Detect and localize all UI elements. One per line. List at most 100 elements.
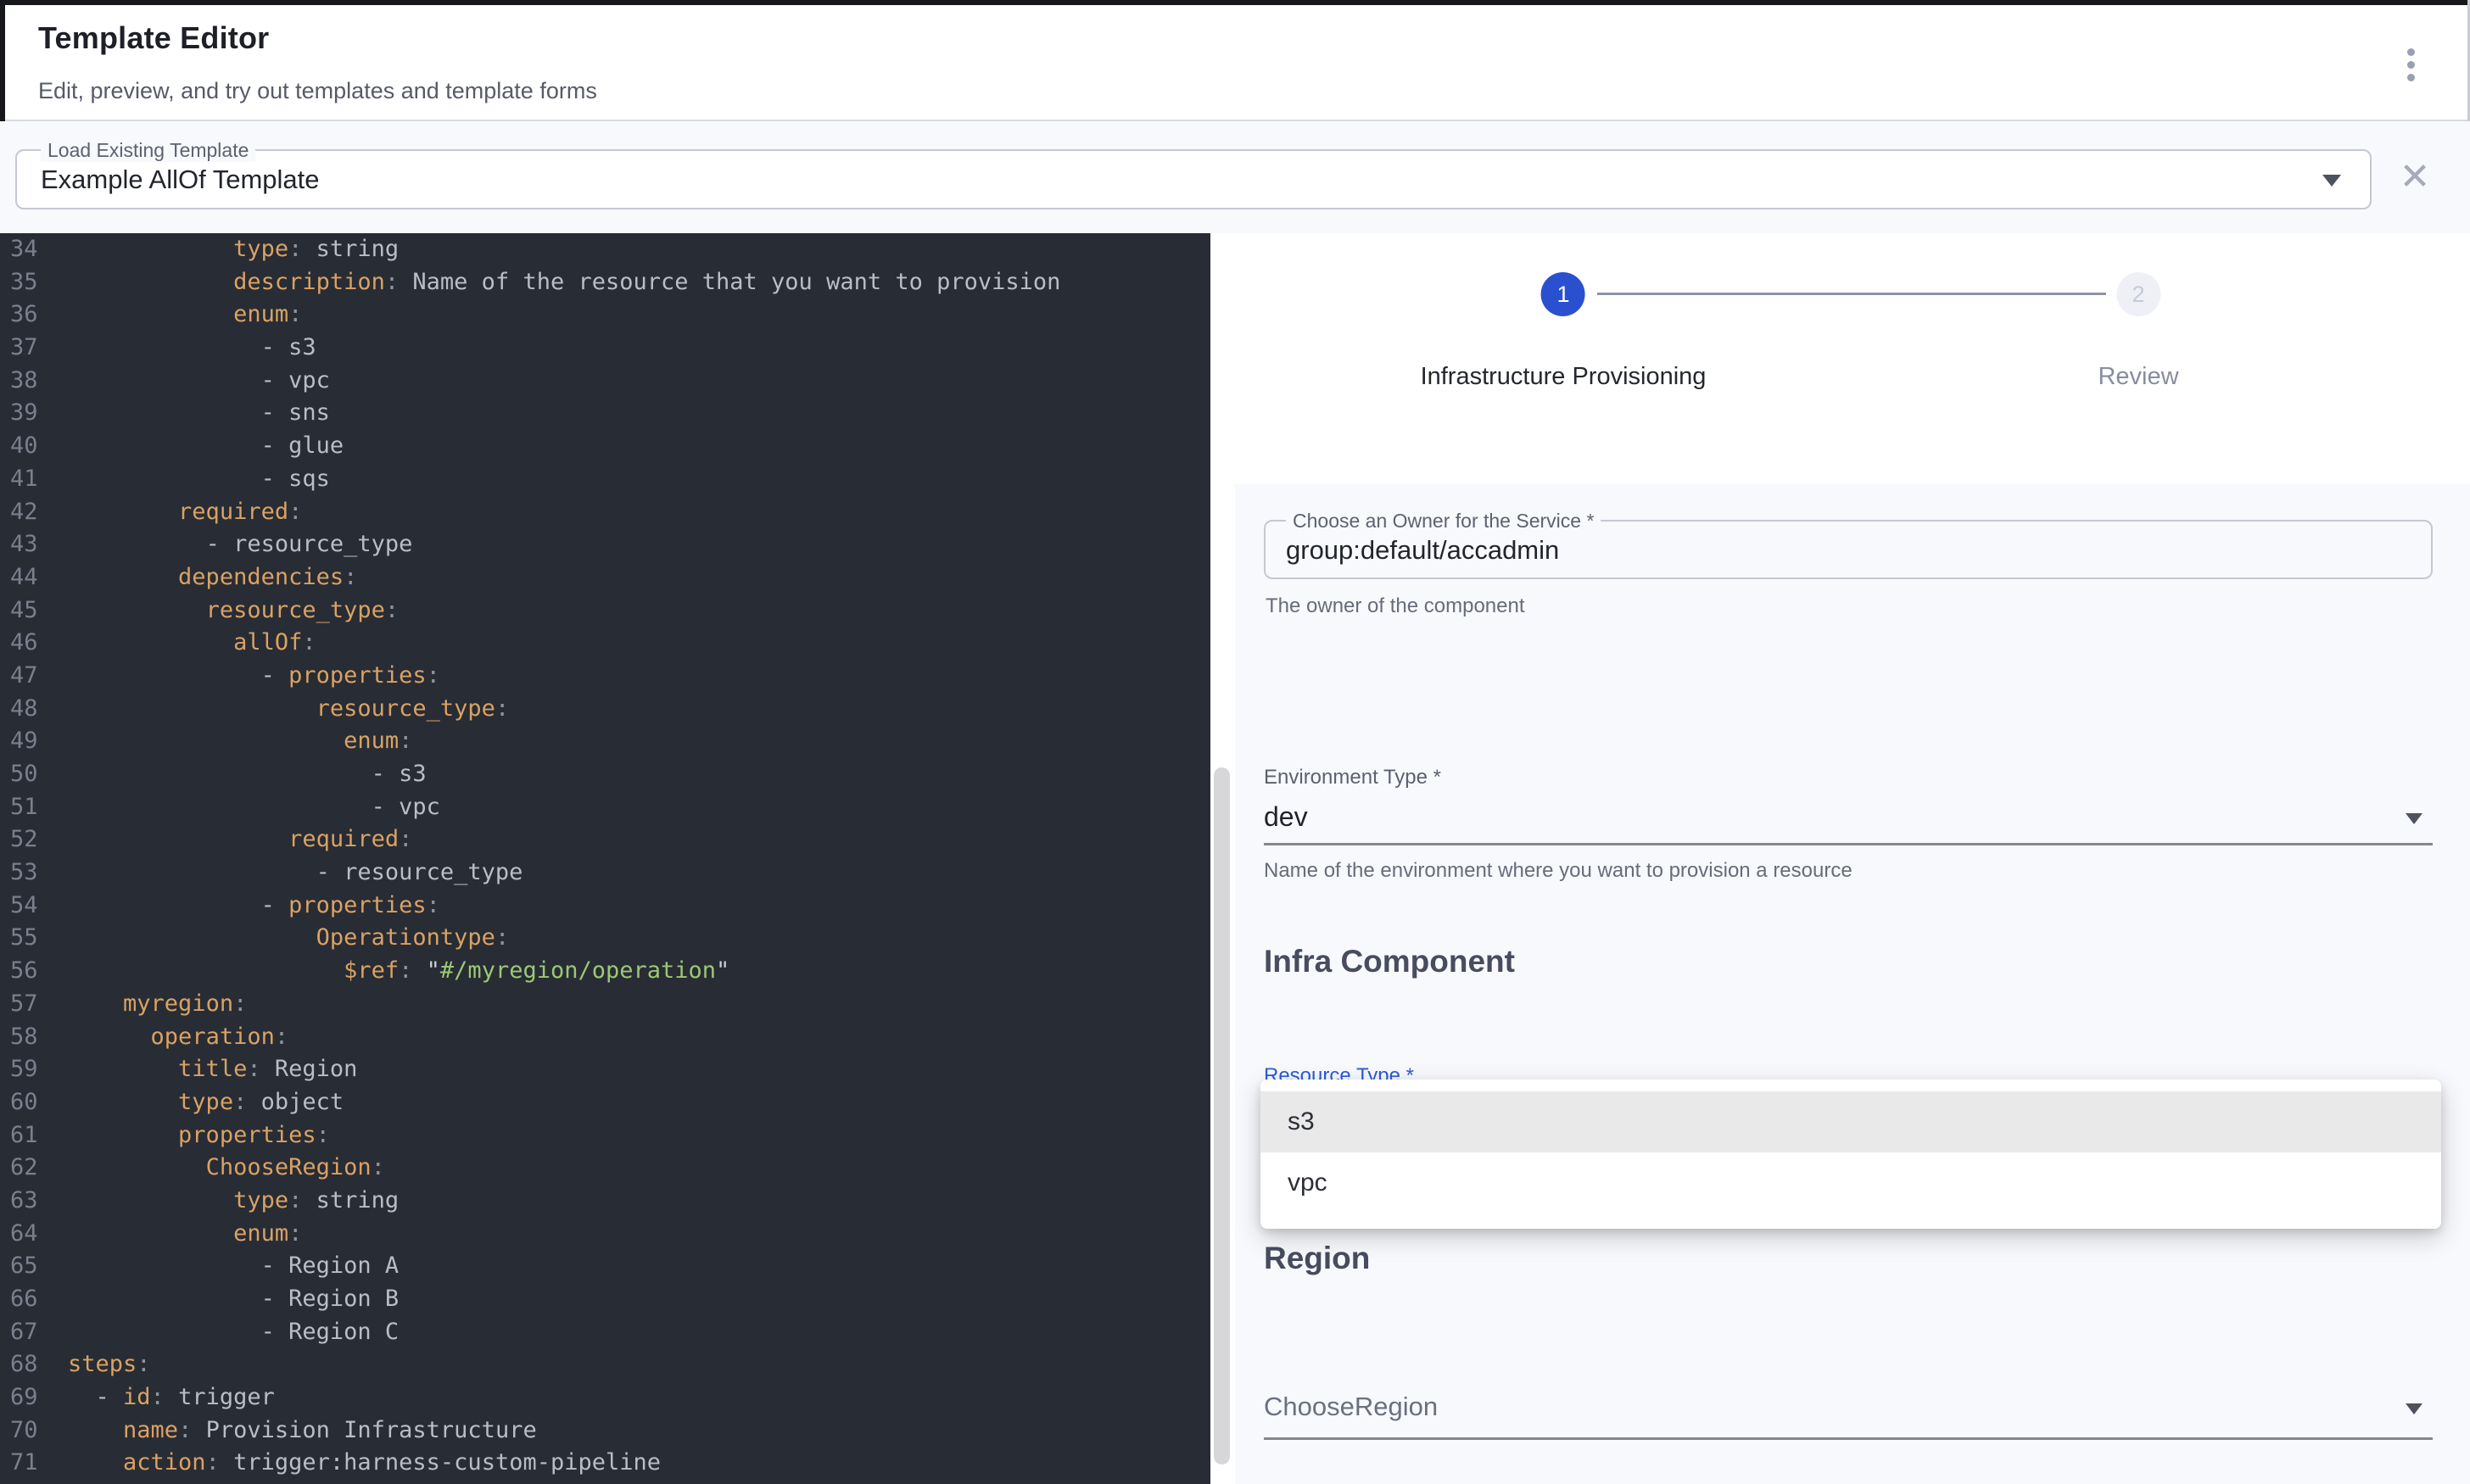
- code-line: 50 - s3: [0, 758, 1210, 791]
- line-number: 34: [0, 233, 68, 266]
- step-1-label: Infrastructure Provisioning: [1421, 363, 1707, 391]
- code-line: 53 - resource_type: [0, 856, 1210, 890]
- step-2-circle: 2: [2116, 272, 2160, 316]
- code-line: 56 $ref: "#/myregion/operation": [0, 955, 1210, 988]
- code-line: 51 - vpc: [0, 791, 1210, 824]
- line-number: 52: [0, 823, 68, 856]
- line-number: 46: [0, 627, 68, 660]
- line-number: 36: [0, 298, 68, 332]
- code-line: 47 - properties:: [0, 660, 1210, 693]
- line-number: 50: [0, 758, 68, 791]
- code-line: 64 enum:: [0, 1218, 1210, 1251]
- line-number: 42: [0, 496, 68, 529]
- line-number: 66: [0, 1283, 68, 1316]
- line-number: 71: [0, 1447, 68, 1480]
- chevron-down-icon[interactable]: [2322, 175, 2341, 187]
- page-subtitle: Edit, preview, and try out templates and…: [38, 78, 597, 104]
- step-infrastructure-provisioning[interactable]: 1 Infrastructure Provisioning: [1421, 272, 1707, 391]
- code-line: 36 enum:: [0, 298, 1210, 332]
- code-line: 61 properties:: [0, 1119, 1210, 1152]
- line-number: 63: [0, 1185, 68, 1218]
- step-1-circle: 1: [1541, 272, 1585, 316]
- line-number: 45: [0, 594, 68, 628]
- owner-label: Choose an Owner for the Service *: [1286, 510, 1601, 533]
- chevron-down-icon[interactable]: [2406, 813, 2422, 824]
- step-review[interactable]: 2 Review: [2098, 272, 2178, 391]
- line-number: 54: [0, 890, 68, 923]
- line-number: 58: [0, 1021, 68, 1054]
- line-number: 65: [0, 1250, 68, 1283]
- owner-select[interactable]: Choose an Owner for the Service * group:…: [1264, 520, 2433, 579]
- infra-component-heading: Infra Component: [1264, 944, 1515, 979]
- code-line: 71 action: trigger:harness-custom-pipeli…: [0, 1447, 1210, 1480]
- code-line: 54 - properties:: [0, 890, 1210, 923]
- line-number: 44: [0, 561, 68, 594]
- load-existing-template-label: Load Existing Template: [41, 139, 255, 162]
- code-line: 58 operation:: [0, 1021, 1210, 1054]
- code-line: 35 description: Name of the resource tha…: [0, 266, 1210, 299]
- chevron-down-icon[interactable]: [2406, 1403, 2422, 1414]
- environment-type-select[interactable]: dev: [1264, 801, 1308, 833]
- line-number: 39: [0, 397, 68, 430]
- dropdown-option-vpc[interactable]: vpc: [1260, 1152, 2441, 1213]
- code-line: 48 resource_type:: [0, 693, 1210, 726]
- line-number: 56: [0, 955, 68, 988]
- choose-region-underline: [1264, 1437, 2433, 1440]
- code-line: 34 type: string: [0, 233, 1210, 266]
- form-area: Choose an Owner for the Service * group:…: [1235, 484, 2470, 1484]
- line-number: 49: [0, 725, 68, 758]
- code-line: 55 Operationtype:: [0, 922, 1210, 955]
- step-2-label: Review: [2098, 363, 2178, 391]
- code-line: 60 type: object: [0, 1086, 1210, 1119]
- code-line: 67 - Region C: [0, 1316, 1210, 1349]
- owner-helper-text: The owner of the component: [1266, 594, 1525, 618]
- code-lines: 34 type: string35 description: Name of t…: [0, 233, 1210, 1480]
- line-number: 43: [0, 528, 68, 561]
- load-existing-template-value: Example AllOf Template: [41, 165, 320, 195]
- stepper: 1 Infrastructure Provisioning 2 Review: [1235, 233, 2470, 484]
- resource-type-dropdown-menu: s3vpc: [1260, 1080, 2441, 1229]
- code-line: 65 - Region A: [0, 1250, 1210, 1283]
- line-number: 37: [0, 332, 68, 365]
- template-loader-row: Load Existing Template Example AllOf Tem…: [0, 121, 2470, 233]
- code-line: 41 - sqs: [0, 463, 1210, 496]
- load-existing-template-select[interactable]: Load Existing Template Example AllOf Tem…: [15, 149, 2372, 209]
- code-line: 46 allOf:: [0, 627, 1210, 660]
- dropdown-option-s3[interactable]: s3: [1260, 1091, 2441, 1152]
- code-line: 49 enum:: [0, 725, 1210, 758]
- environment-type-label: Environment Type *: [1264, 766, 1441, 789]
- code-line: 62 ChooseRegion:: [0, 1152, 1210, 1185]
- header: Template Editor Edit, preview, and try o…: [0, 5, 2470, 120]
- code-line: 57 myregion:: [0, 988, 1210, 1021]
- clear-template-button[interactable]: ✕: [2392, 153, 2438, 199]
- line-number: 53: [0, 856, 68, 890]
- line-number: 48: [0, 693, 68, 726]
- environment-type-helper-text: Name of the environment where you want t…: [1264, 859, 1852, 883]
- line-number: 51: [0, 791, 68, 824]
- code-line: 69 - id: trigger: [0, 1381, 1210, 1414]
- close-icon: ✕: [2400, 155, 2431, 198]
- kebab-menu-icon[interactable]: [2392, 46, 2429, 83]
- owner-value: group:default/accadmin: [1286, 535, 1559, 566]
- line-number: 60: [0, 1086, 68, 1119]
- line-number: 35: [0, 266, 68, 299]
- code-editor[interactable]: 34 type: string35 description: Name of t…: [0, 233, 1210, 1484]
- line-number: 69: [0, 1381, 68, 1414]
- line-number: 62: [0, 1152, 68, 1185]
- code-line: 42 required:: [0, 496, 1210, 529]
- code-line: 37 - s3: [0, 332, 1210, 365]
- code-line: 45 resource_type:: [0, 594, 1210, 628]
- choose-region-select[interactable]: ChooseRegion: [1264, 1392, 1438, 1422]
- line-number: 57: [0, 988, 68, 1021]
- code-line: 40 - glue: [0, 430, 1210, 463]
- code-line: 44 dependencies:: [0, 561, 1210, 594]
- window-top-edge: [0, 0, 2470, 5]
- line-number: 70: [0, 1414, 68, 1448]
- main-split: 34 type: string35 description: Name of t…: [0, 233, 2470, 1484]
- line-number: 68: [0, 1348, 68, 1381]
- line-number: 55: [0, 922, 68, 955]
- scrollbar-thumb[interactable]: [1214, 767, 1230, 1464]
- line-number: 59: [0, 1053, 68, 1086]
- form-preview-panel: 1 Infrastructure Provisioning 2 Review C…: [1235, 233, 2470, 1484]
- region-heading: Region: [1264, 1241, 1370, 1276]
